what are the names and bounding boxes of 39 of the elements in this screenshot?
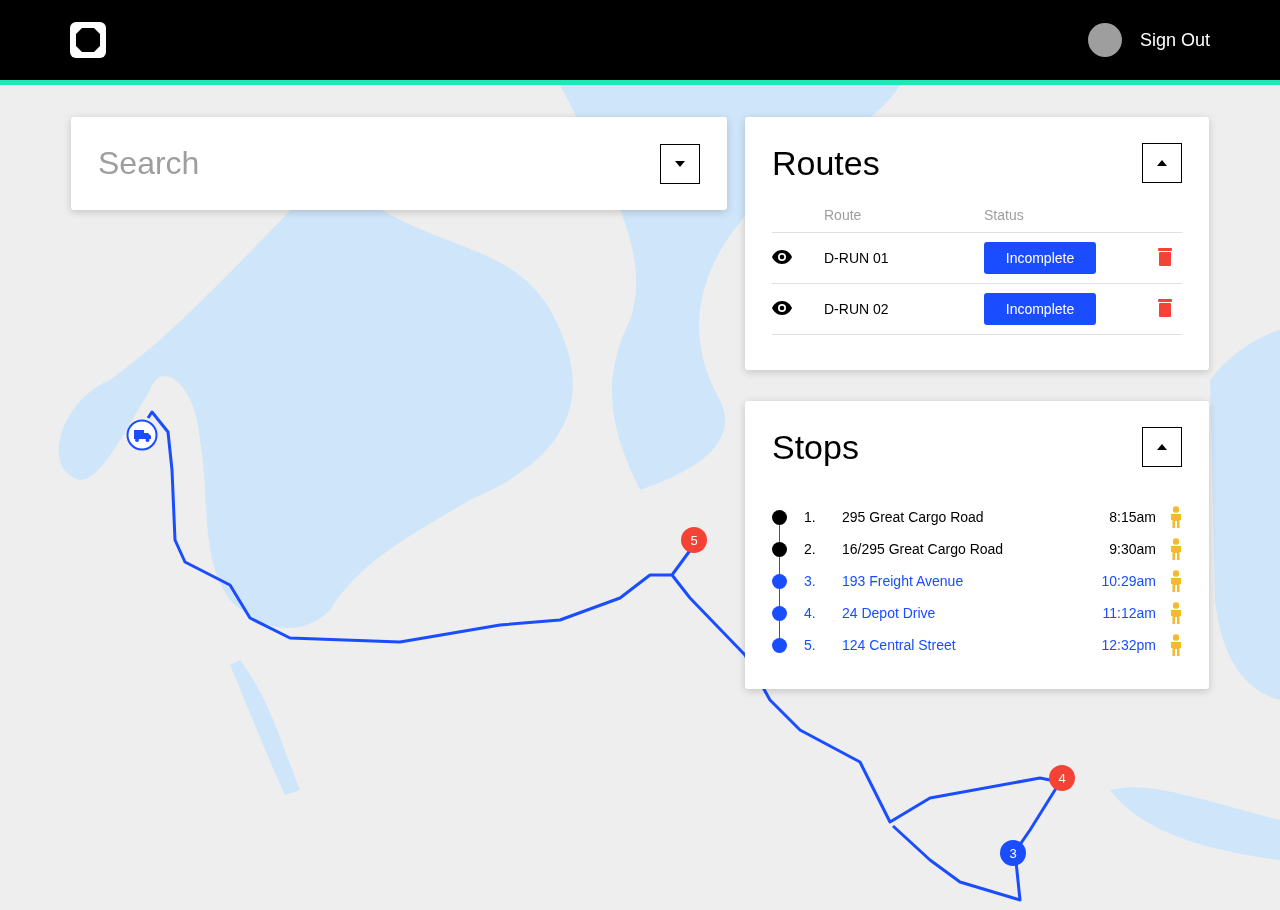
search-field[interactable]: Search xyxy=(71,117,727,210)
search-input[interactable]: Search xyxy=(98,145,618,182)
stop-time: 11:12am xyxy=(1102,605,1156,621)
stop-number: 4. xyxy=(804,605,817,621)
status-button[interactable]: Incomplete xyxy=(984,242,1096,274)
stops-title: Stops xyxy=(772,427,859,467)
eye-icon[interactable] xyxy=(772,300,792,315)
stop-number: 3. xyxy=(804,573,817,589)
stop-time: 10:29am xyxy=(1101,573,1156,589)
logo-icon xyxy=(70,22,106,58)
collapse-button[interactable] xyxy=(1142,143,1182,183)
trash-icon[interactable] xyxy=(1158,247,1172,266)
trash-icon[interactable] xyxy=(1158,298,1172,317)
dropdown-button[interactable] xyxy=(660,143,700,184)
routes-title: Routes xyxy=(772,143,880,183)
stop-address[interactable]: 16/295 Great Cargo Road xyxy=(842,541,1004,557)
column-header: Status xyxy=(984,207,1024,223)
stop-time: 9:30am xyxy=(1109,541,1156,557)
truck-icon[interactable] xyxy=(126,419,158,451)
stop-number: 5. xyxy=(804,637,817,653)
stop-number: 1. xyxy=(804,509,817,525)
stop-time: 8:15am xyxy=(1109,509,1156,525)
caret-icon xyxy=(675,160,685,167)
sign-out-link[interactable]: Sign Out xyxy=(1139,29,1210,51)
eye-icon[interactable] xyxy=(772,249,792,264)
route-name: D-RUN 01 xyxy=(824,250,889,266)
stop-time: 12:32pm xyxy=(1101,637,1156,653)
stop-address[interactable]: 124 Central Street xyxy=(842,637,956,653)
stop-address[interactable]: 295 Great Cargo Road xyxy=(842,509,984,525)
stop-address[interactable]: 24 Depot Drive xyxy=(842,605,936,621)
column-header: Route xyxy=(824,207,862,223)
caret-icon xyxy=(1157,160,1167,166)
collapse-button[interactable] xyxy=(1142,427,1182,467)
caret-icon xyxy=(1157,444,1167,450)
stop-number: 2. xyxy=(804,541,817,557)
avatar[interactable] xyxy=(1087,23,1122,57)
route-name: D-RUN 02 xyxy=(824,301,889,317)
status-button[interactable]: Incomplete xyxy=(984,293,1096,325)
stop-address[interactable]: 193 Freight Avenue xyxy=(842,573,964,589)
